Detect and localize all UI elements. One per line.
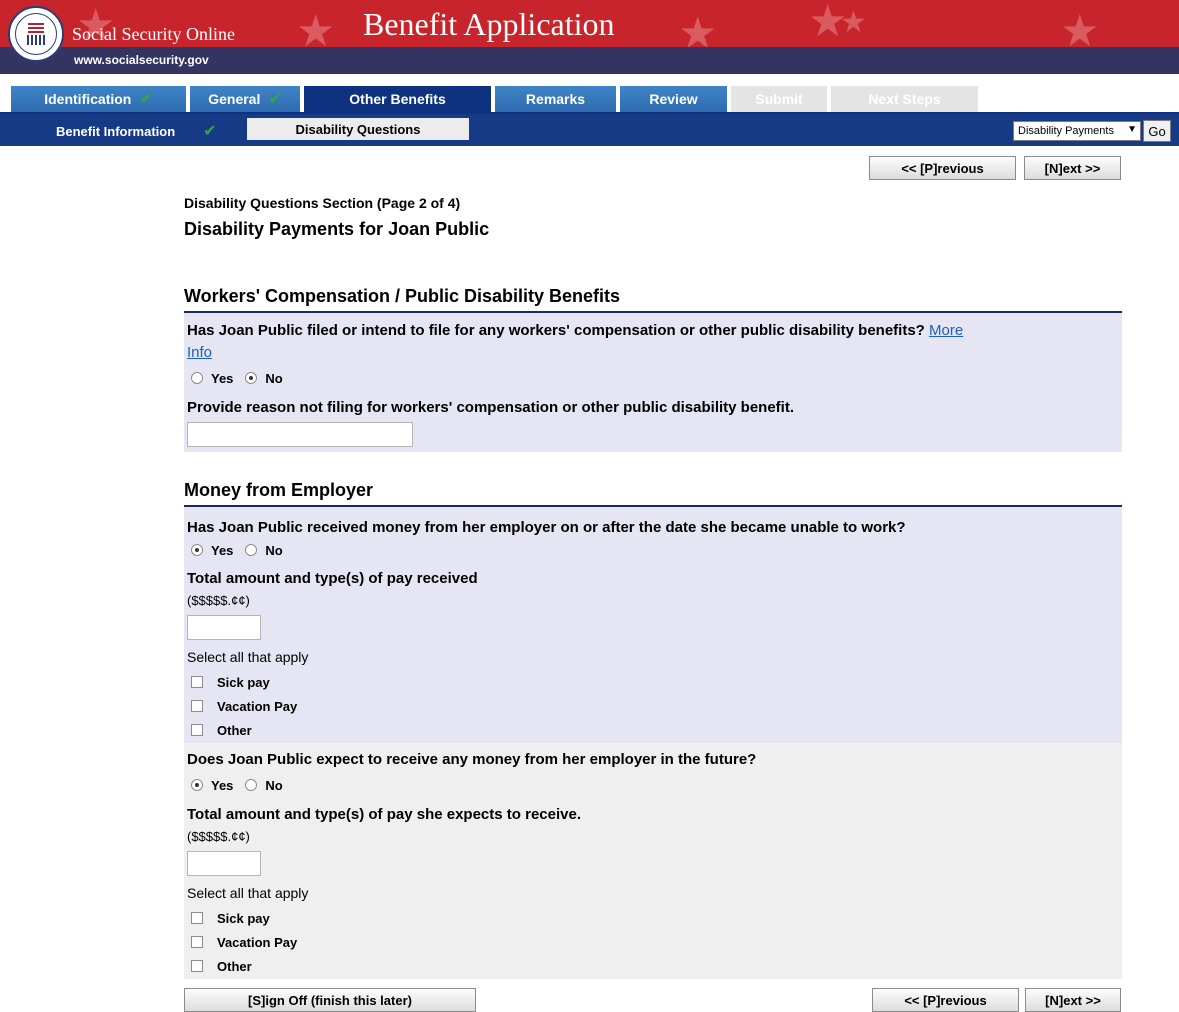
- received-money-no-radio[interactable]: [245, 544, 258, 556]
- select-all-label: Select all that apply: [187, 885, 309, 901]
- question-text: Has Joan Public filed or intend to file …: [187, 322, 925, 339]
- previous-button-top[interactable]: << [P]revious: [869, 156, 1016, 180]
- received-sick-pay-option[interactable]: Sick pay: [191, 674, 270, 690]
- radio-label-no: No: [265, 542, 283, 558]
- header-subbar: www.socialsecurity.gov: [0, 47, 1179, 74]
- received-money-panel: [184, 507, 1122, 743]
- tab-label: Submit: [755, 91, 803, 107]
- more-info-link[interactable]: More: [929, 322, 963, 339]
- future-vacation-pay-option[interactable]: Vacation Pay: [191, 934, 297, 950]
- seal-emblem-icon: [15, 13, 57, 55]
- tab-other-benefits[interactable]: Other Benefits: [304, 86, 491, 112]
- future-money-yes-radio[interactable]: [191, 779, 203, 791]
- checkbox-label: Other: [217, 958, 252, 974]
- page-section-title: Disability Questions Section (Page 2 of …: [184, 195, 461, 211]
- tab-review[interactable]: Review: [620, 86, 727, 112]
- subnav-bar: Benefit Information ✔ Disability Questio…: [0, 112, 1179, 146]
- tab-label: Other Benefits: [349, 91, 446, 107]
- received-money-radio-group: Yes No: [191, 542, 295, 558]
- received-money-yes-radio[interactable]: [191, 544, 203, 556]
- section-heading-money-from-employer: Money from Employer: [184, 480, 374, 500]
- radio-label-no: No: [265, 777, 283, 793]
- sign-off-button[interactable]: [S]ign Off (finish this later): [184, 988, 476, 1012]
- received-amount-input[interactable]: [187, 615, 261, 640]
- tab-general[interactable]: General ✔: [190, 86, 300, 112]
- subnav-benefit-information[interactable]: Benefit Information ✔: [56, 120, 217, 142]
- sick-pay-checkbox[interactable]: [191, 676, 203, 688]
- tab-identification[interactable]: Identification ✔: [11, 86, 186, 112]
- future-amount-input[interactable]: [187, 851, 261, 876]
- checkbox-label: Other: [217, 722, 252, 738]
- amount-format-hint: ($$$$$.¢¢): [187, 593, 250, 608]
- star-icon: ★: [296, 7, 336, 48]
- tab-label: General: [208, 91, 261, 107]
- checkbox-label: Sick pay: [217, 674, 270, 690]
- received-vacation-pay-option[interactable]: Vacation Pay: [191, 698, 297, 714]
- previous-button-bottom[interactable]: << [P]revious: [872, 988, 1019, 1012]
- select-all-label: Select all that apply: [187, 649, 309, 665]
- checkbox-label: Vacation Pay: [217, 934, 298, 950]
- next-button-top[interactable]: [N]ext >>: [1024, 156, 1121, 180]
- ssa-seal-logo[interactable]: [8, 6, 64, 62]
- future-money-radio-group: Yes No: [191, 777, 295, 793]
- received-amount-label: Total amount and type(s) of pay received: [187, 570, 478, 587]
- more-info-link-continued[interactable]: Info: [187, 344, 212, 361]
- vacation-pay-checkbox[interactable]: [191, 700, 203, 712]
- sick-pay-checkbox[interactable]: [191, 912, 203, 924]
- received-other-option[interactable]: Other: [191, 722, 252, 738]
- future-money-panel: [184, 743, 1122, 979]
- tab-next-steps: Next Steps: [831, 86, 978, 112]
- workers-comp-yes-radio[interactable]: [191, 372, 203, 384]
- chevron-down-icon: ▼: [1127, 124, 1137, 135]
- checkbox-label: Vacation Pay: [217, 698, 298, 714]
- go-button[interactable]: Go: [1143, 120, 1171, 142]
- future-money-question: Does Joan Public expect to receive any m…: [187, 751, 757, 768]
- radio-label-yes: Yes: [211, 777, 234, 793]
- checkbox-label: Sick pay: [217, 910, 270, 926]
- radio-label-yes: Yes: [211, 370, 234, 386]
- tab-label: Remarks: [525, 91, 586, 107]
- amount-format-hint: ($$$$$.¢¢): [187, 829, 250, 844]
- subnav-label: Benefit Information: [56, 123, 176, 139]
- radio-label-no: No: [265, 370, 283, 386]
- tab-label: Identification: [44, 91, 132, 107]
- future-other-option[interactable]: Other: [191, 958, 252, 974]
- star-icon: ★: [840, 6, 867, 39]
- tab-label: Review: [649, 91, 698, 107]
- tab-label: Next Steps: [868, 91, 941, 107]
- section-heading-workers-comp: Workers' Compensation / Public Disabilit…: [184, 286, 621, 306]
- other-checkbox[interactable]: [191, 724, 203, 736]
- workers-comp-no-radio[interactable]: [245, 372, 258, 384]
- other-checkbox[interactable]: [191, 960, 203, 972]
- reason-input[interactable]: [187, 422, 413, 447]
- page-title: Disability Payments for Joan Public: [184, 219, 490, 239]
- future-amount-label: Total amount and type(s) of pay she expe…: [187, 806, 581, 823]
- site-url[interactable]: www.socialsecurity.gov: [74, 53, 209, 67]
- vacation-pay-checkbox[interactable]: [191, 936, 203, 948]
- workers-comp-radio-group: Yes No: [191, 370, 295, 386]
- header-banner: ★ ★ ★ ★ ★ ★ Social Security Online Benef…: [0, 0, 1179, 47]
- future-money-no-radio[interactable]: [245, 779, 258, 791]
- received-money-question: Has Joan Public received money from her …: [187, 519, 906, 536]
- site-name: Social Security Online: [72, 24, 235, 44]
- more-info-link[interactable]: Info: [187, 344, 212, 361]
- star-icon: ★: [1060, 7, 1100, 48]
- star-icon: ★: [678, 9, 718, 48]
- workers-comp-question: Has Joan Public filed or intend to file …: [187, 322, 1117, 339]
- radio-label-yes: Yes: [211, 542, 234, 558]
- reason-label: Provide reason not filing for workers' c…: [187, 399, 794, 416]
- check-icon: ✔: [203, 123, 217, 140]
- future-sick-pay-option[interactable]: Sick pay: [191, 910, 270, 926]
- section-select[interactable]: Disability Payments ▼: [1013, 121, 1141, 141]
- tab-remarks[interactable]: Remarks: [495, 86, 616, 112]
- check-icon: ✔: [139, 91, 153, 108]
- tab-submit: Submit: [731, 86, 827, 112]
- check-icon: ✔: [268, 91, 282, 108]
- section-select-value: Disability Payments: [1018, 125, 1114, 137]
- subnav-disability-questions[interactable]: Disability Questions: [247, 118, 469, 140]
- app-title: Benefit Application: [363, 6, 615, 42]
- main-tabs: Identification ✔ General ✔ Other Benefit…: [11, 86, 982, 112]
- next-button-bottom[interactable]: [N]ext >>: [1025, 988, 1121, 1012]
